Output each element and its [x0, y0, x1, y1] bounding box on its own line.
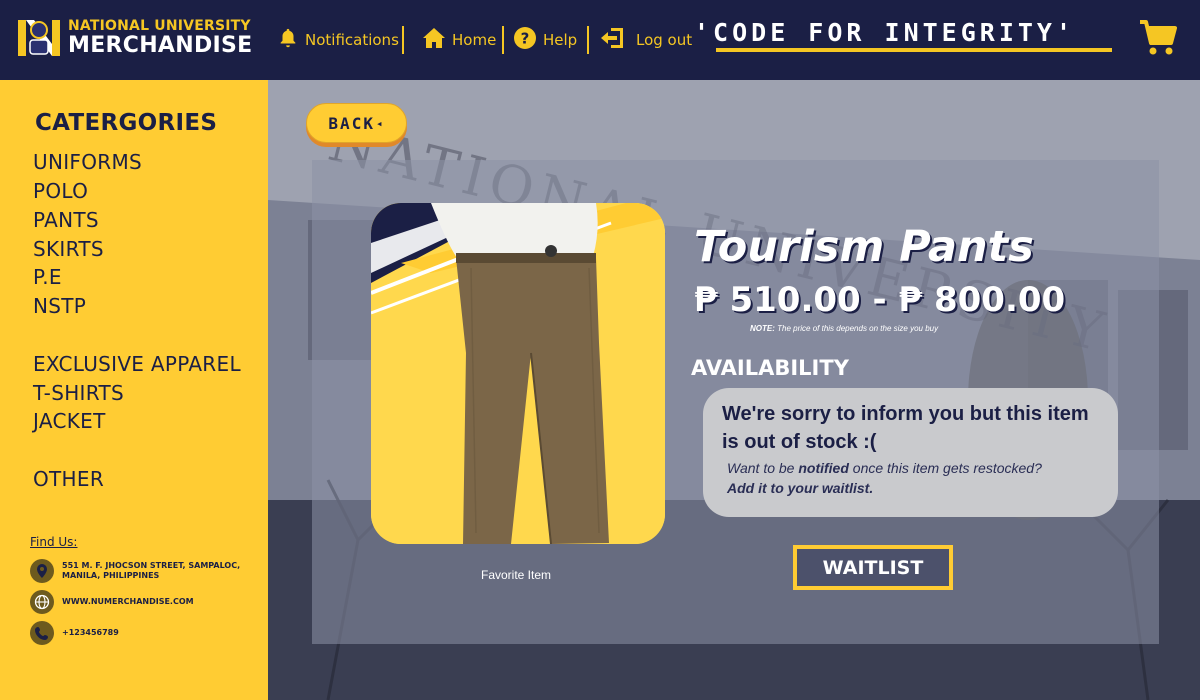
restock-prefix: Want to be	[727, 460, 799, 476]
category-pants[interactable]: PANTS	[33, 208, 99, 232]
contact-phone[interactable]: +123456789	[30, 621, 252, 645]
svg-text:?: ?	[521, 30, 530, 48]
price-note-text: The price of this depends on the size yo…	[777, 324, 939, 333]
out-of-stock-message: We're sorry to inform you but this item …	[722, 403, 1089, 453]
out-of-stock-box: We're sorry to inform you but this item …	[703, 388, 1118, 517]
brand-logo[interactable]: NATIONAL UNIVERSITY MERCHANDISE	[16, 16, 252, 60]
location-pin-icon	[30, 559, 54, 583]
logout-icon	[599, 26, 627, 54]
contact-address: 551 M. F. JHOCSON STREET, SAMPALOC, MANI…	[30, 559, 252, 583]
restock-suffix: once this item gets restocked?	[848, 460, 1042, 476]
slogan-underline	[716, 48, 1112, 52]
category-polo[interactable]: POLO	[33, 179, 88, 203]
category-jacket[interactable]: JACKET	[33, 409, 106, 433]
restock-notice: Want to be notified once this item gets …	[727, 458, 1107, 499]
home-icon	[422, 27, 446, 53]
waitlist-cta: Add it to your waitlist.	[727, 480, 874, 497]
restock-bold: notified	[798, 460, 849, 476]
website-text: WWW.NUMERCHANDISE.COM	[62, 597, 194, 606]
address-text: 551 M. F. JHOCSON STREET, SAMPALOC, MANI…	[62, 561, 241, 580]
back-button-label: BACK	[328, 113, 375, 133]
shopping-cart-icon[interactable]	[1138, 18, 1178, 58]
top-header: NATIONAL UNIVERSITY MERCHANDISE Notifica…	[0, 0, 1200, 80]
find-us-label: Find Us:	[30, 535, 78, 549]
waitlist-button[interactable]: WAITLIST	[793, 545, 953, 590]
product-image[interactable]	[371, 203, 665, 544]
availability-heading: AVAILABILITY	[691, 356, 849, 380]
nav-home-label: Home	[452, 31, 497, 49]
nav-divider	[402, 26, 404, 54]
nav-divider	[502, 26, 504, 54]
category-uniforms[interactable]: UNIFORMS	[33, 150, 142, 174]
contact-website[interactable]: WWW.NUMERCHANDISE.COM	[30, 590, 252, 614]
back-button[interactable]: BACK ◂	[306, 103, 407, 143]
nu-bulldog-logo-icon	[16, 16, 62, 60]
product-price: ₱ 510.00 - ₱ 800.00	[694, 280, 1066, 320]
help-question-icon: ?	[513, 26, 537, 54]
pants-photo-icon	[371, 203, 665, 544]
phone-text: +123456789	[62, 628, 119, 637]
brand-line-2: MERCHANDISE	[68, 33, 253, 58]
nav-help[interactable]: ? Help	[513, 26, 577, 54]
nav-divider	[587, 26, 589, 54]
nav-logout-label: Log out	[636, 31, 693, 49]
slogan-text: 'CODE FOR INTEGRITY'	[694, 18, 1076, 47]
brand-line-1: NATIONAL UNIVERSITY	[68, 18, 251, 34]
category-sidebar: CATERGORIES UNIFORMS POLO PANTS SKIRTS P…	[0, 80, 268, 700]
categories-heading: CATERGORIES	[35, 110, 218, 136]
category-exclusive-apparel[interactable]: EXCLUSIVE APPAREL	[33, 352, 241, 376]
nav-home[interactable]: Home	[422, 26, 496, 54]
category-other[interactable]: OTHER	[33, 467, 104, 491]
bell-icon	[277, 27, 299, 53]
nav-logout[interactable]: Log out	[599, 26, 692, 54]
nav-notifications-label: Notifications	[305, 31, 399, 49]
caret-left-icon: ◂	[375, 116, 385, 130]
phone-icon	[30, 621, 54, 645]
category-skirts[interactable]: SKIRTS	[33, 237, 104, 261]
category-nstp[interactable]: NSTP	[33, 294, 86, 318]
favorite-item-caption: Favorite Item	[480, 568, 552, 582]
product-name: Tourism Pants	[694, 222, 1034, 272]
globe-icon	[30, 590, 54, 614]
category-t-shirts[interactable]: T-SHIRTS	[33, 381, 124, 405]
price-note: NOTE: The price of this depends on the s…	[750, 324, 938, 333]
nav-help-label: Help	[543, 31, 578, 49]
price-note-label: NOTE:	[750, 324, 775, 333]
nav-notifications[interactable]: Notifications	[277, 26, 399, 54]
category-pe[interactable]: P.E	[33, 265, 62, 289]
